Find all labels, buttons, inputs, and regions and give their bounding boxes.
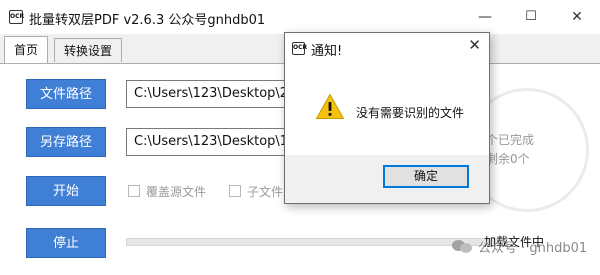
output-path-input[interactable]: C:\Users\123\Desktop\1 [126,128,291,156]
ocr-app-icon: OCR [292,42,307,55]
overwrite-source-label: 覆盖源文件 [146,185,207,199]
start-button[interactable]: 开始 [26,176,106,206]
dialog-title: 通知! [311,44,343,59]
maximize-button[interactable]: ☐ [508,0,554,34]
overwrite-source-checkbox[interactable] [128,185,140,197]
output-path-button[interactable]: 另存路径 [26,127,106,157]
source-path-button[interactable]: 文件路径 [26,79,106,109]
window-title: 批量转双层PDF v2.6.3 公众号gnhdb01 [29,13,266,28]
source-path-input[interactable]: C:\Users\123\Desktop\2 [126,80,291,108]
watermark: 公众号 · gnhdb01 [452,237,587,256]
notice-dialog: OCR 通知! ✕ 没有需要识别的文件 确定 [284,32,490,204]
minimize-button[interactable]: — [462,0,508,34]
dialog-close-button[interactable]: ✕ [468,36,481,54]
completed-count-label: 个已完成 [486,133,535,147]
dialog-message: 没有需要识别的文件 [356,106,465,120]
warning-icon [315,93,345,119]
dialog-ok-button[interactable]: 确定 [383,165,469,188]
watermark-text: 公众号 · gnhdb01 [478,241,588,256]
tab-conversion-settings[interactable]: 转换设置 [54,38,123,62]
title-bar: OCR 批量转双层PDF v2.6.3 公众号gnhdb01 — ☐ ✕ [0,0,600,34]
remaining-count-label: 剩余0个 [486,152,530,166]
progress-bar [126,238,496,246]
stop-button[interactable]: 停止 [26,228,106,258]
dialog-title-bar: OCR 通知! ✕ [285,33,489,63]
wechat-icon [452,239,474,254]
close-button[interactable]: ✕ [554,0,600,34]
tab-home[interactable]: 首页 [4,36,49,64]
subfolder-label: 子文件 [247,185,284,199]
subfolder-checkbox[interactable] [229,185,241,197]
ocr-app-icon: OCR [9,10,24,24]
app-window: OCR 批量转双层PDF v2.6.3 公众号gnhdb01 — ☐ ✕ 首页 … [0,0,600,275]
